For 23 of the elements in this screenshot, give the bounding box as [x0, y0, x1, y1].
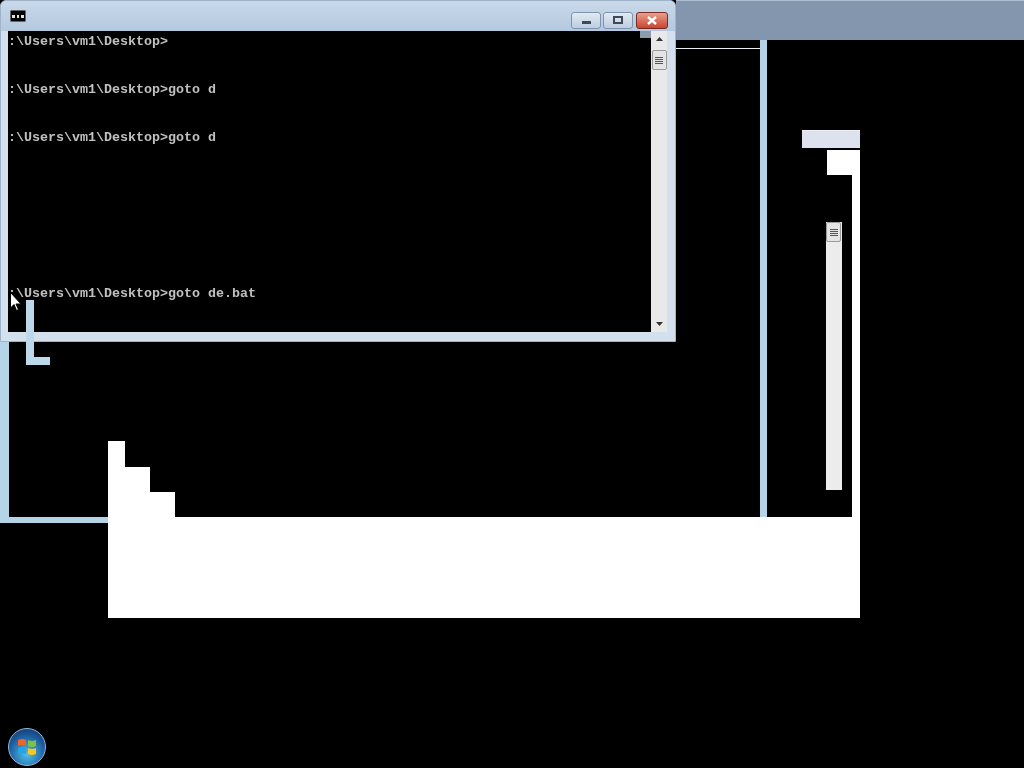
console-line: :\Users\vm1\Desktop>goto d	[8, 132, 217, 144]
scroll-thumb[interactable]	[651, 50, 667, 70]
caret-up-icon	[655, 37, 663, 41]
glitch-fragment	[26, 300, 50, 365]
grip-lines-icon	[655, 56, 663, 64]
start-button[interactable]	[8, 728, 46, 766]
glitch-bar	[802, 130, 860, 148]
console-icon	[10, 10, 26, 22]
minimize-icon	[581, 20, 591, 24]
maximize-icon	[613, 16, 623, 24]
flag-icon	[17, 738, 37, 756]
maximize-button[interactable]	[603, 11, 633, 29]
close-icon	[647, 15, 657, 25]
close-button[interactable]	[636, 11, 668, 29]
scroll-thumb[interactable]	[826, 222, 841, 242]
minimize-button[interactable]	[571, 11, 601, 29]
glitch-fragment	[640, 31, 651, 38]
console-line: :\Users\vm1\Desktop>goto d	[8, 84, 217, 96]
console-line: :\Users\vm1\Desktop>goto de.bat	[8, 288, 257, 300]
glitch-block	[827, 150, 860, 175]
caret-down-icon	[655, 322, 663, 326]
console-line: :\Users\vm1\Desktop>	[8, 36, 169, 48]
grip-lines-icon	[829, 228, 838, 236]
